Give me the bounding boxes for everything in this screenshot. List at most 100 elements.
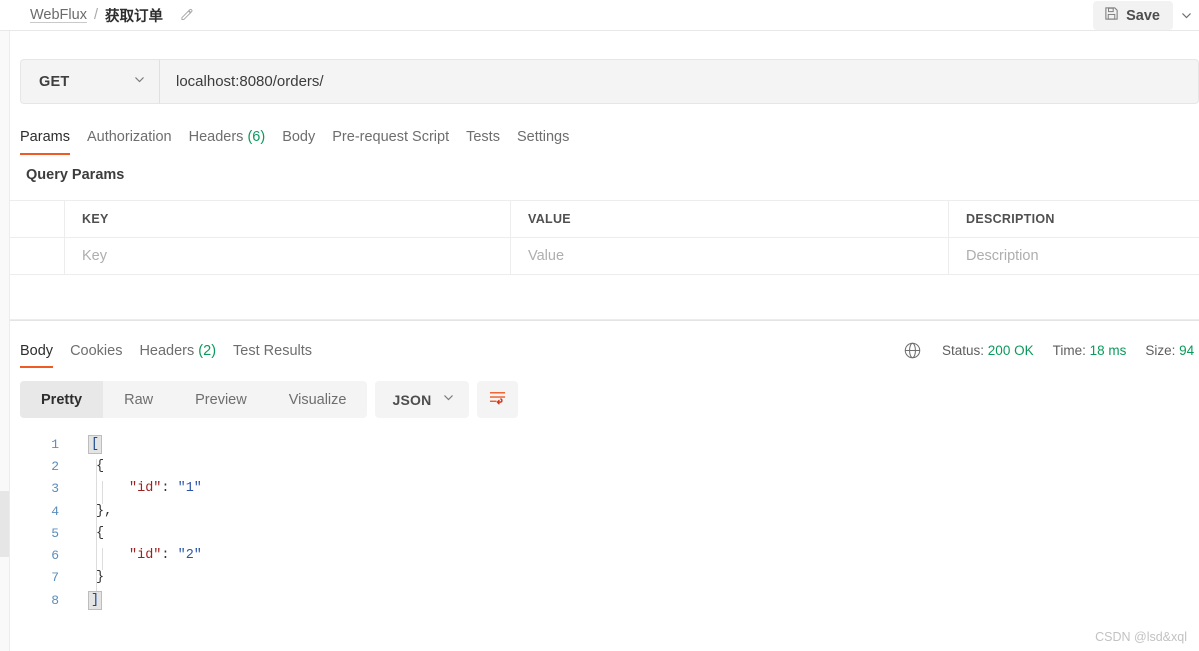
header-value-cell: VALUE xyxy=(511,201,949,237)
breadcrumb: WebFlux / 获取订单 xyxy=(0,0,194,30)
headers-count: (6) xyxy=(247,129,266,145)
language-label: JSON xyxy=(392,391,432,408)
tab-tests[interactable]: Tests xyxy=(466,129,517,155)
code-line: 1 [ xyxy=(11,433,1199,455)
json-colon: : xyxy=(161,481,178,497)
table-header-row: KEY VALUE DESCRIPTION xyxy=(10,200,1199,237)
line-number: 3 xyxy=(51,481,59,497)
watermark: CSDN @lsd&xql xyxy=(1095,630,1187,644)
code-line: 4 }, xyxy=(11,500,1199,526)
language-chevron-down-icon xyxy=(442,391,455,409)
response-section-divider xyxy=(10,320,1199,321)
header-description-cell: DESCRIPTION xyxy=(966,212,1055,226)
method-chevron-down-icon xyxy=(133,73,146,91)
header-checkbox-cell xyxy=(10,201,65,237)
tab-response-headers[interactable]: Headers (2) xyxy=(139,343,233,368)
code-line: 5 { xyxy=(11,522,1199,549)
code-content: { xyxy=(63,458,1199,482)
tab-headers[interactable]: Headers (6) xyxy=(189,129,283,155)
code-content: { xyxy=(63,525,1199,549)
code-content: "id": "2" xyxy=(63,548,1199,571)
save-button-group: Save xyxy=(1093,0,1199,31)
tab-settings[interactable]: Settings xyxy=(517,129,586,155)
code-line: 2 { xyxy=(11,455,1199,482)
code-line: 7 } xyxy=(11,567,1199,593)
code-line: 6 "id": "2" xyxy=(11,544,1199,571)
format-preview[interactable]: Preview xyxy=(174,381,268,418)
json-value: "2" xyxy=(177,548,202,564)
url-value: localhost:8080/orders/ xyxy=(176,73,324,90)
window-header: WebFlux / 获取订单 Save xyxy=(0,0,1199,31)
row-value-input[interactable]: Value xyxy=(511,238,949,274)
http-method-label: GET xyxy=(39,73,70,90)
code-content: ] xyxy=(63,590,1199,610)
format-raw[interactable]: Raw xyxy=(103,381,174,418)
bracket-match-close: ] xyxy=(87,590,103,610)
save-label: Save xyxy=(1126,7,1160,24)
response-tabs: Body Cookies Headers (2) Test Results xyxy=(20,336,329,368)
tab-response-body[interactable]: Body xyxy=(20,343,70,368)
response-headers-count: (2) xyxy=(198,343,217,359)
line-number: 7 xyxy=(51,570,59,586)
code-line: 8 ] xyxy=(11,589,1199,611)
tab-params[interactable]: Params xyxy=(20,129,87,155)
line-number: 6 xyxy=(51,548,59,564)
tab-pre-request-script[interactable]: Pre-request Script xyxy=(332,129,466,155)
response-size[interactable]: Size: 94 xyxy=(1145,343,1194,358)
query-params-table: KEY VALUE DESCRIPTION Key Value Descript… xyxy=(10,200,1199,274)
format-pretty[interactable]: Pretty xyxy=(20,381,104,418)
code-content: } xyxy=(63,570,1199,593)
line-number: 5 xyxy=(51,525,59,541)
json-key: "id" xyxy=(129,481,162,497)
status-code-value: 200 OK xyxy=(987,342,1034,358)
response-body-json-viewer[interactable]: 1 [ 2 { 3 "id": "1" 4 }, 5 { 6 "id": "2"… xyxy=(11,433,1199,623)
request-tabs: Params Authorization Headers (6) Body Pr… xyxy=(20,121,586,155)
code-line: 3 "id": "1" xyxy=(11,478,1199,504)
response-time-value: 18 ms xyxy=(1089,342,1127,358)
tab-body[interactable]: Body xyxy=(282,129,332,155)
format-visualize[interactable]: Visualize xyxy=(268,381,368,418)
http-method-selector[interactable]: GET xyxy=(20,59,159,104)
status-badge[interactable]: Status: 200 OK xyxy=(942,343,1034,358)
response-format-toolbar: Pretty Raw Preview Visualize JSON xyxy=(20,381,519,418)
bracket-match-open: [ xyxy=(87,434,103,454)
scrollbar-thumb[interactable] xyxy=(0,491,9,557)
tab-response-cookies[interactable]: Cookies xyxy=(70,343,139,368)
row-key-input[interactable]: Key xyxy=(65,238,511,274)
tab-test-results[interactable]: Test Results xyxy=(233,343,329,368)
query-params-title: Query Params xyxy=(26,167,125,183)
breadcrumb-request-name[interactable]: 获取订单 xyxy=(105,5,163,26)
line-number: 4 xyxy=(51,503,59,519)
floppy-disk-icon xyxy=(1104,6,1119,26)
pencil-icon[interactable] xyxy=(179,8,194,23)
table-row: Key Value Description xyxy=(10,237,1199,274)
postman-window: WebFlux / 获取订单 Save GET localhost:8080/o… xyxy=(0,0,1199,651)
format-segmented-control: Pretty Raw Preview Visualize xyxy=(20,381,368,418)
code-content: [ xyxy=(63,434,1199,454)
row-checkbox[interactable] xyxy=(10,238,65,274)
globe-icon[interactable] xyxy=(903,341,922,360)
sidebar-scroll-gutter[interactable] xyxy=(0,31,10,651)
breadcrumb-separator: / xyxy=(93,7,98,23)
response-status-bar: Status: 200 OK Time: 18 ms Size: 94 xyxy=(903,339,1199,361)
word-wrap-toggle[interactable] xyxy=(477,381,519,418)
breadcrumb-collection[interactable]: WebFlux xyxy=(30,7,87,23)
language-selector[interactable]: JSON xyxy=(375,381,470,418)
header-key-cell: KEY xyxy=(65,201,511,237)
word-wrap-icon xyxy=(488,389,507,411)
code-content: "id": "1" xyxy=(63,481,1199,504)
row-description-input[interactable]: Description xyxy=(949,238,1199,274)
json-value: "1" xyxy=(177,481,202,497)
save-button[interactable]: Save xyxy=(1093,1,1173,30)
request-url-bar: GET localhost:8080/orders/ xyxy=(20,59,1199,104)
table-empty-area xyxy=(10,274,1199,320)
save-options-chevron-down-icon[interactable] xyxy=(1173,1,1199,30)
response-size-value: 94 xyxy=(1179,342,1195,358)
line-number: 1 xyxy=(51,436,59,452)
line-number: 8 xyxy=(51,592,59,608)
json-colon: : xyxy=(161,548,178,564)
line-number: 2 xyxy=(51,458,59,474)
url-input[interactable]: localhost:8080/orders/ xyxy=(159,59,1199,104)
response-time[interactable]: Time: 18 ms xyxy=(1053,343,1127,358)
tab-authorization[interactable]: Authorization xyxy=(87,129,189,155)
